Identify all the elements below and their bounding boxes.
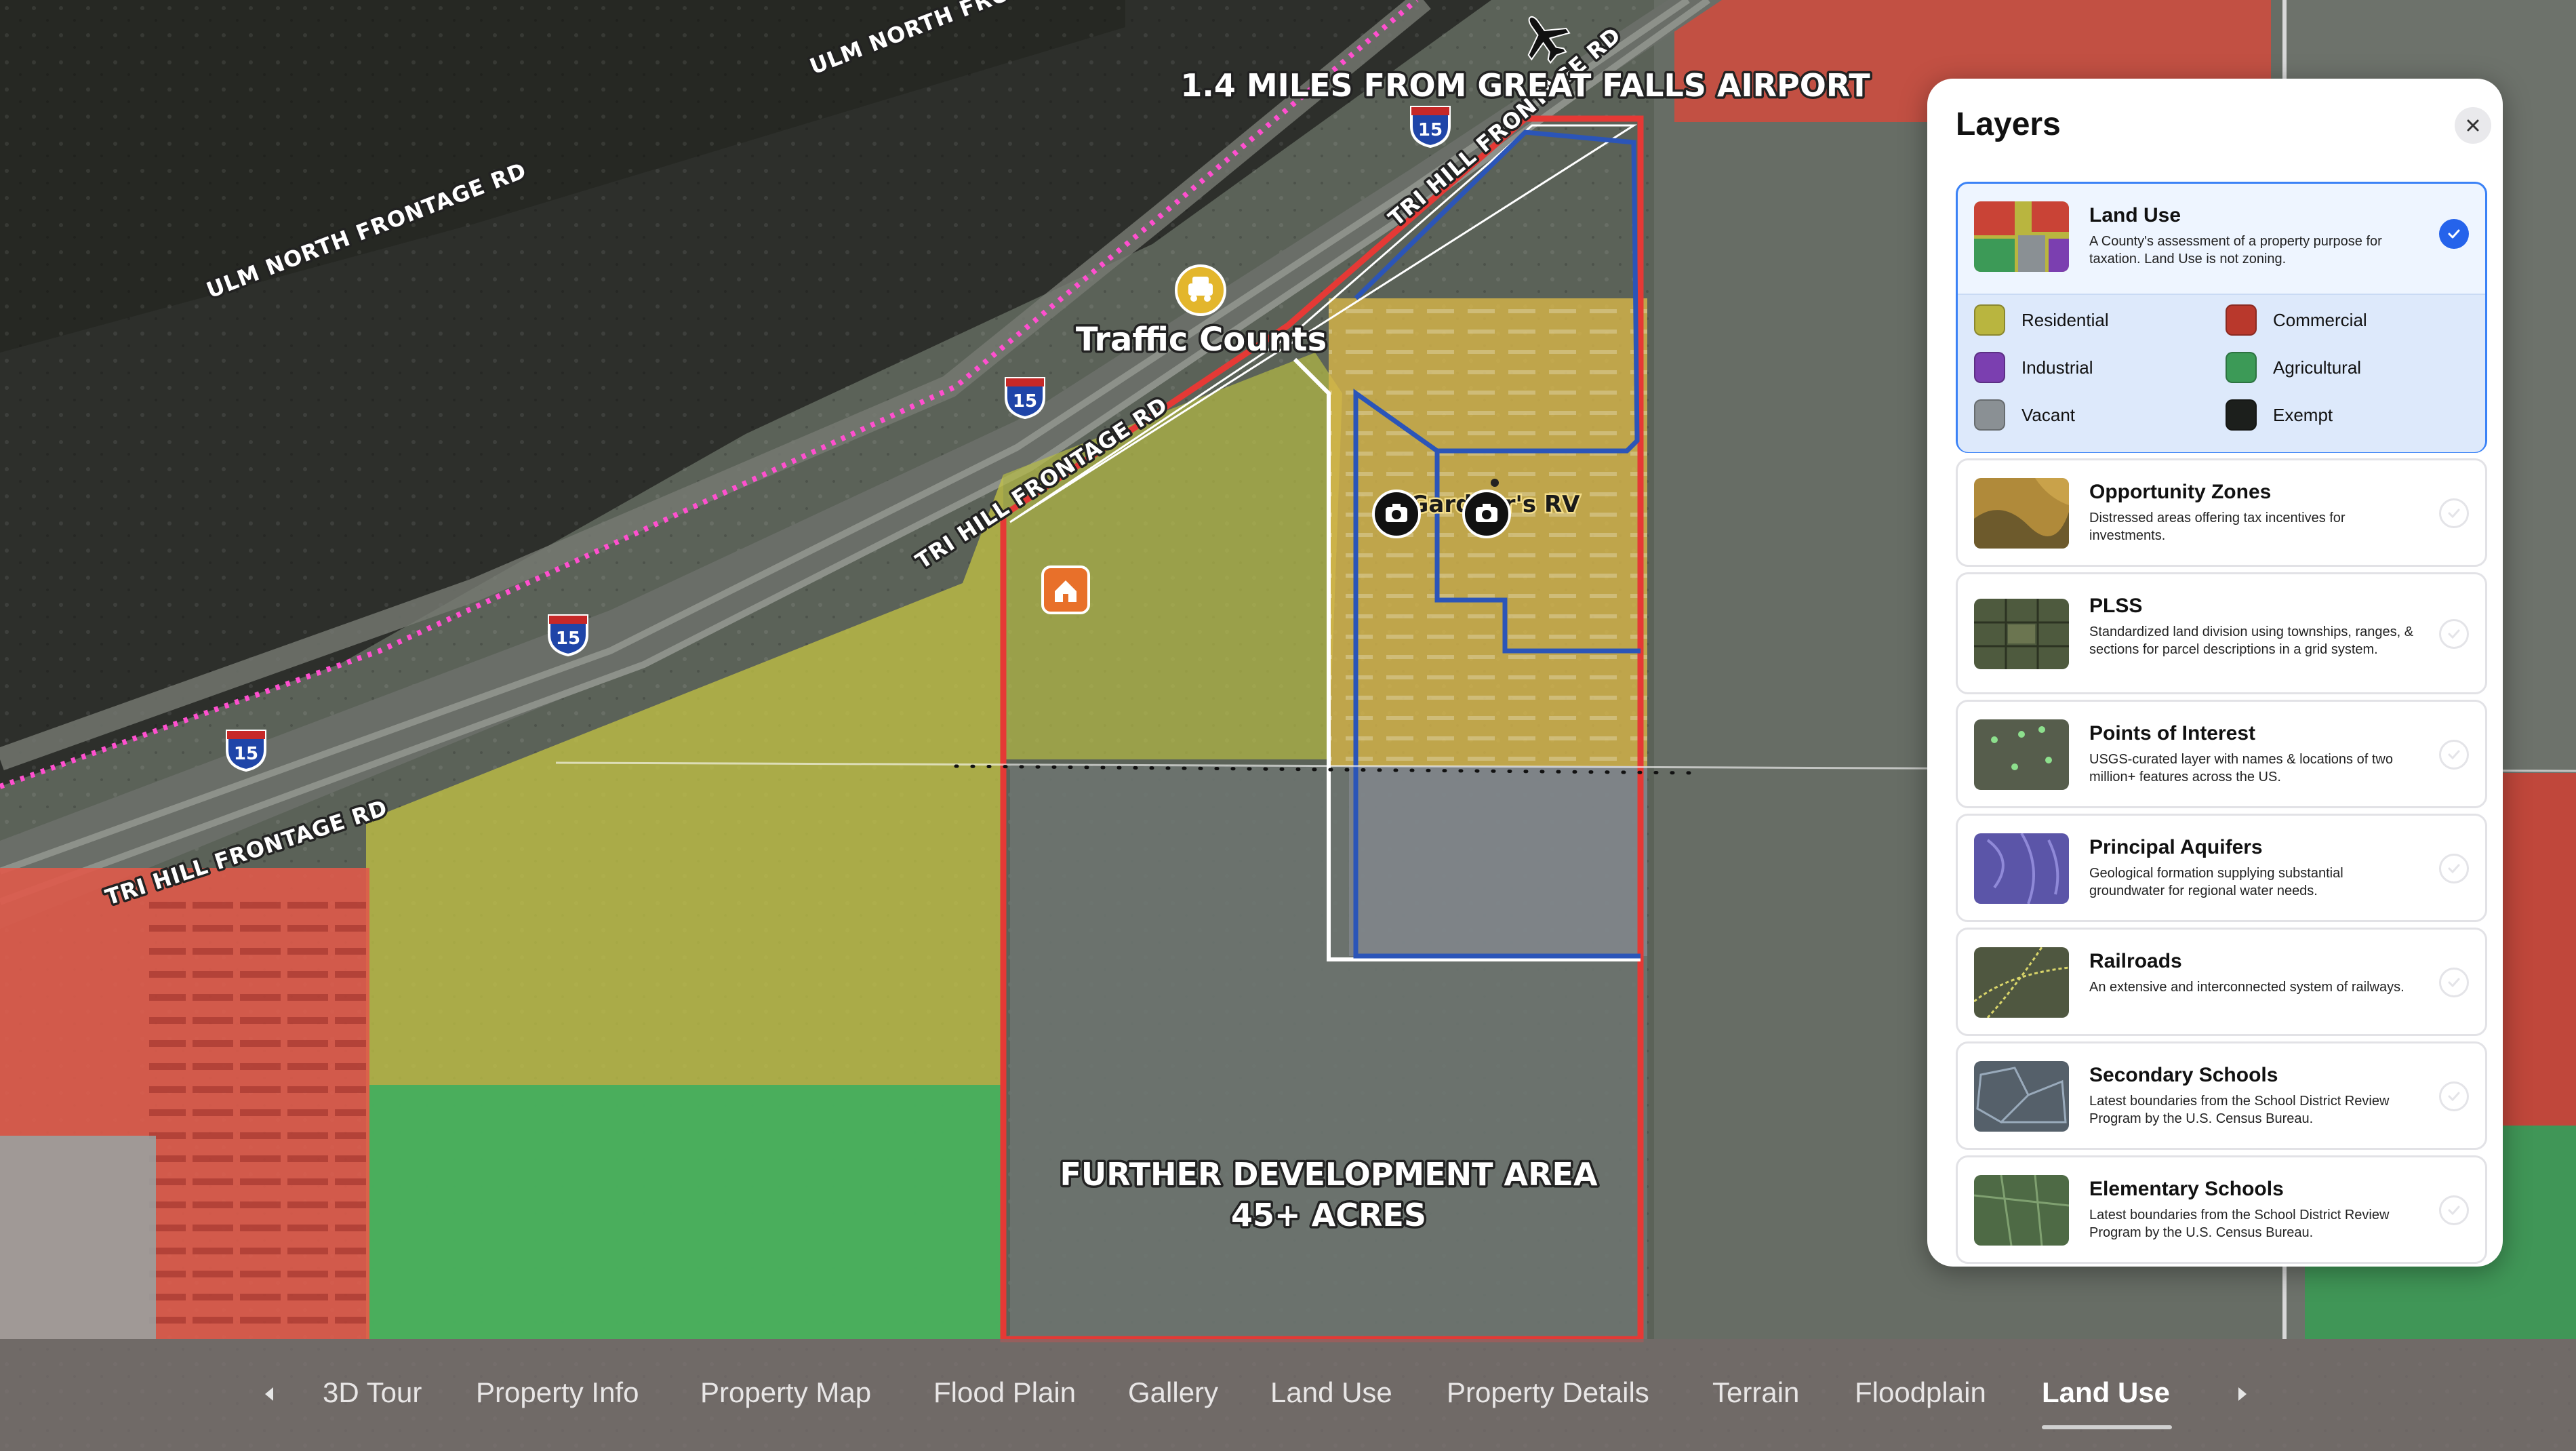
layer-card-secondary-schools[interactable]: Secondary Schools Latest boundaries from… (1956, 1041, 2487, 1150)
nav-tab-land-use[interactable]: Land Use (1270, 1376, 1392, 1409)
layer-name: Secondary Schools (2089, 1064, 2278, 1086)
nav-tab-terrain[interactable]: Terrain (1712, 1376, 1799, 1409)
layer-name: Railroads (2089, 950, 2182, 972)
land-use-legend: Residential Commercial Industrial Agricu… (1958, 294, 2485, 452)
layer-card-elementary-schools[interactable]: Elementary Schools Latest boundaries fro… (1956, 1155, 2487, 1264)
checkmark-icon[interactable] (2439, 219, 2469, 249)
svg-text:15: 15 (556, 629, 580, 649)
layer-card-opportunity-zones[interactable]: Opportunity Zones Distressed areas offer… (1956, 458, 2487, 567)
chevron-right-icon[interactable] (2232, 1384, 2252, 1404)
layer-description: An extensive and interconnected system o… (2089, 980, 2404, 995)
vacant-parcel-w (0, 1136, 156, 1339)
camera-icon[interactable] (1372, 490, 1421, 538)
home-icon[interactable] (1041, 565, 1090, 614)
layer-description: Standardized land division using townshi… (2089, 624, 2414, 657)
layer-description: USGS-curated layer with names & location… (2089, 752, 2393, 784)
swatch-residential (1974, 304, 2005, 336)
airport-distance-label: 1.4 MILES FROM GREAT FALLS AIRPORT (1180, 67, 1870, 104)
close-button[interactable] (2455, 107, 2491, 144)
agricultural-parcel-sw (369, 1085, 1003, 1339)
checkmark-icon[interactable] (2439, 968, 2469, 997)
nav-tab-property-info[interactable]: Property Info (476, 1376, 639, 1409)
interstate-shield: 15 (548, 614, 588, 657)
plss-thumbnail (1974, 599, 2069, 669)
interstate-shield: 15 (1005, 377, 1045, 420)
checkmark-icon[interactable] (2439, 740, 2469, 770)
layer-name: Elementary Schools (2089, 1178, 2284, 1200)
nav-tab-land-use-active[interactable]: Land Use (2042, 1376, 2170, 1409)
layer-name: Principal Aquifers (2089, 836, 2263, 858)
development-area-label: FURTHER DEVELOPMENT AREA (1060, 1156, 1598, 1193)
layer-description: Latest boundaries from the School Distri… (2089, 1208, 2390, 1240)
legend-item-industrial: Industrial (1974, 352, 2093, 383)
checkmark-icon[interactable] (2439, 498, 2469, 528)
elementary-schools-thumbnail (1974, 1175, 2069, 1246)
checkmark-icon[interactable] (2439, 619, 2469, 649)
layer-name: Land Use (2089, 204, 2181, 226)
points-of-interest-thumbnail (1974, 719, 2069, 790)
legend-item-commercial: Commercial (2226, 304, 2367, 336)
swatch-commercial (2226, 304, 2257, 336)
nav-tab-flood-plain[interactable]: Flood Plain (933, 1376, 1076, 1409)
layer-name: Opportunity Zones (2089, 481, 2272, 503)
layer-card-principal-aquifers[interactable]: Principal Aquifers Geological formation … (1956, 814, 2487, 922)
railroads-thumbnail (1974, 947, 2069, 1018)
legend-item-residential: Residential (1974, 304, 2109, 336)
opportunity-zones-thumbnail (1974, 478, 2069, 549)
checkmark-icon[interactable] (2439, 854, 2469, 883)
svg-text:15: 15 (1418, 120, 1443, 140)
legend-item-exempt: Exempt (2226, 399, 2333, 431)
swatch-vacant (1974, 399, 2005, 431)
checkmark-icon[interactable] (2439, 1081, 2469, 1111)
layer-description: Latest boundaries from the School Distri… (2089, 1094, 2390, 1126)
nav-tab-gallery[interactable]: Gallery (1128, 1376, 1218, 1409)
layer-description: A County's assessment of a property purp… (2089, 234, 2382, 266)
layer-card-plss[interactable]: PLSS Standardized land division using to… (1956, 572, 2487, 694)
layer-name: Points of Interest (2089, 722, 2256, 744)
layer-card-points-of-interest[interactable]: Points of Interest USGS-curated layer wi… (1956, 700, 2487, 808)
principal-aquifers-thumbnail (1974, 833, 2069, 904)
layer-description: Geological formation supplying substanti… (2089, 866, 2343, 898)
camera-icon[interactable] (1462, 490, 1511, 538)
swatch-exempt (2226, 399, 2257, 431)
land-use-thumbnail (1974, 201, 2069, 272)
panel-title: Layers (1956, 106, 2061, 142)
development-acreage-label: 45+ ACRES (1231, 1197, 1426, 1233)
close-icon (2467, 119, 2479, 132)
swatch-industrial (1974, 352, 2005, 383)
nav-tab-floodplain[interactable]: Floodplain (1855, 1376, 1986, 1409)
car-icon[interactable] (1175, 264, 1226, 316)
layer-description: Distressed areas offering tax incentives… (2089, 511, 2346, 543)
layer-name: PLSS (2089, 595, 2143, 617)
nav-tab-property-details[interactable]: Property Details (1447, 1376, 1649, 1409)
bottom-nav: 3D Tour Property Info Property Map Flood… (0, 1339, 2576, 1451)
active-tab-underline (2042, 1425, 2172, 1429)
legend-item-agricultural: Agricultural (2226, 352, 2361, 383)
swatch-agricultural (2226, 352, 2257, 383)
chevron-left-icon[interactable] (260, 1384, 280, 1404)
legend-item-vacant: Vacant (1974, 399, 2075, 431)
layer-card-land-use[interactable]: Land Use A County's assessment of a prop… (1956, 182, 2487, 453)
svg-text:15: 15 (1013, 391, 1037, 412)
nav-tab-3d-tour[interactable]: 3D Tour (323, 1376, 422, 1409)
layer-card-railroads[interactable]: Railroads An extensive and interconnecte… (1956, 928, 2487, 1036)
secondary-schools-thumbnail (1974, 1061, 2069, 1132)
traffic-counts-label[interactable]: Traffic Counts (1073, 319, 1329, 361)
interstate-shield: 15 (1410, 106, 1451, 148)
layers-panel: Layers Land Use A County's assessment of… (1927, 79, 2503, 1267)
svg-text:15: 15 (234, 744, 258, 764)
checkmark-icon[interactable] (2439, 1195, 2469, 1225)
nav-tab-property-map[interactable]: Property Map (700, 1376, 871, 1409)
interstate-shield: 15 (226, 730, 266, 772)
